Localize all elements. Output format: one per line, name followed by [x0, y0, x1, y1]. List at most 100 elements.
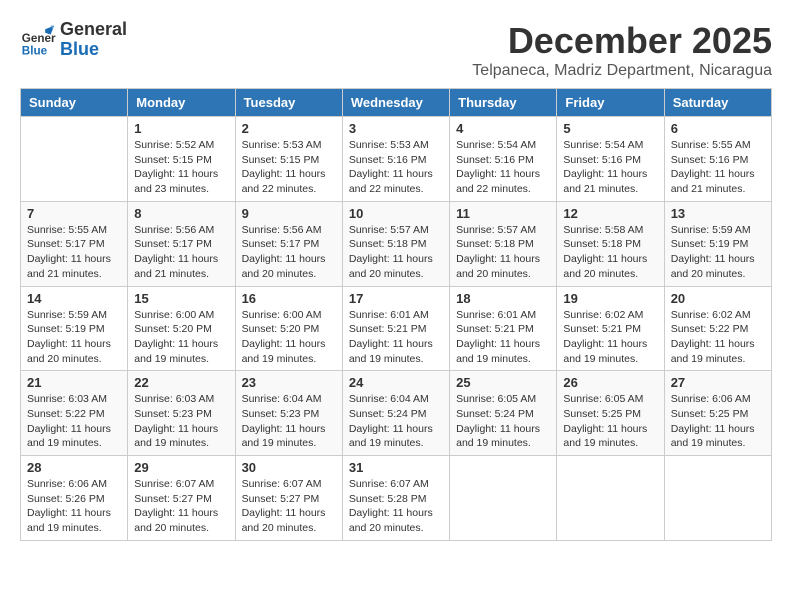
day-info: Sunrise: 5:57 AM Sunset: 5:18 PM Dayligh…: [349, 223, 443, 282]
calendar-week-5: 28Sunrise: 6:06 AM Sunset: 5:26 PM Dayli…: [21, 456, 772, 541]
day-info: Sunrise: 5:54 AM Sunset: 5:16 PM Dayligh…: [456, 138, 550, 197]
page-container: General Blue General Blue December 2025 …: [20, 20, 772, 541]
day-number: 31: [349, 460, 443, 475]
table-row: 1 Sunrise: 5:52 AM Sunset: 5:15 PM Daylig…: [128, 117, 235, 202]
table-row: [664, 456, 771, 541]
day-number: 13: [671, 206, 765, 221]
day-number: 23: [242, 375, 336, 390]
day-info: Sunrise: 6:07 AM Sunset: 5:27 PM Dayligh…: [242, 477, 336, 536]
day-info: Sunrise: 6:06 AM Sunset: 5:26 PM Dayligh…: [27, 477, 121, 536]
day-info: Sunrise: 6:02 AM Sunset: 5:21 PM Dayligh…: [563, 308, 657, 367]
table-row: 22 Sunrise: 6:03 AM Sunset: 5:23 PM Dayli…: [128, 371, 235, 456]
day-info: Sunrise: 6:03 AM Sunset: 5:22 PM Dayligh…: [27, 392, 121, 451]
day-number: 29: [134, 460, 228, 475]
title-area: December 2025 Telpaneca, Madriz Departme…: [472, 20, 772, 80]
col-tuesday: Tuesday: [235, 89, 342, 117]
table-row: 30 Sunrise: 6:07 AM Sunset: 5:27 PM Dayli…: [235, 456, 342, 541]
calendar-week-4: 21 Sunrise: 6:03 AM Sunset: 5:22 PM Dayli…: [21, 371, 772, 456]
header: General Blue General Blue December 2025 …: [20, 20, 772, 80]
col-monday: Monday: [128, 89, 235, 117]
table-row: 26 Sunrise: 6:05 AM Sunset: 5:25 PM Dayli…: [557, 371, 664, 456]
day-info: Sunrise: 5:59 AM Sunset: 5:19 PM Dayligh…: [27, 308, 121, 367]
calendar-header-row: Sunday Monday Tuesday Wednesday Thursday…: [21, 89, 772, 117]
table-row: 10 Sunrise: 5:57 AM Sunset: 5:18 PM Dayli…: [342, 201, 449, 286]
table-row: 2Sunrise: 5:53 AM Sunset: 5:15 PM Daylig…: [235, 117, 342, 202]
table-row: 9 Sunrise: 5:56 AM Sunset: 5:17 PM Daylig…: [235, 201, 342, 286]
day-info: Sunrise: 5:54 AM Sunset: 5:16 PM Dayligh…: [563, 138, 657, 197]
day-number: 6: [671, 121, 765, 136]
day-number: 12: [563, 206, 657, 221]
col-saturday: Saturday: [664, 89, 771, 117]
table-row: 15Sunrise: 6:00 AM Sunset: 5:20 PM Dayli…: [128, 286, 235, 371]
table-row: 6 Sunrise: 5:55 AM Sunset: 5:16 PM Daylig…: [664, 117, 771, 202]
day-number: 22: [134, 375, 228, 390]
day-info: Sunrise: 6:01 AM Sunset: 5:21 PM Dayligh…: [456, 308, 550, 367]
day-info: Sunrise: 5:53 AM Sunset: 5:15 PM Dayligh…: [242, 138, 336, 197]
table-row: 17 Sunrise: 6:01 AM Sunset: 5:21 PM Dayli…: [342, 286, 449, 371]
day-number: 19: [563, 291, 657, 306]
day-number: 1: [134, 121, 228, 136]
table-row: 13 Sunrise: 5:59 AM Sunset: 5:19 PM Dayli…: [664, 201, 771, 286]
month-title: December 2025: [472, 20, 772, 62]
day-number: 4: [456, 121, 550, 136]
day-number: 17: [349, 291, 443, 306]
day-info: Sunrise: 5:59 AM Sunset: 5:19 PM Dayligh…: [671, 223, 765, 282]
calendar-week-1: 1 Sunrise: 5:52 AM Sunset: 5:15 PM Daylig…: [21, 117, 772, 202]
table-row: 19 Sunrise: 6:02 AM Sunset: 5:21 PM Dayli…: [557, 286, 664, 371]
table-row: 4 Sunrise: 5:54 AM Sunset: 5:16 PM Daylig…: [450, 117, 557, 202]
svg-text:Blue: Blue: [22, 44, 48, 57]
table-row: 31 Sunrise: 6:07 AM Sunset: 5:28 PM Dayli…: [342, 456, 449, 541]
table-row: [450, 456, 557, 541]
day-number: 16: [242, 291, 336, 306]
table-row: 16 Sunrise: 6:00 AM Sunset: 5:20 PM Dayli…: [235, 286, 342, 371]
day-number: 14: [27, 291, 121, 306]
day-number: 30: [242, 460, 336, 475]
table-row: 25 Sunrise: 6:05 AM Sunset: 5:24 PM Dayli…: [450, 371, 557, 456]
col-sunday: Sunday: [21, 89, 128, 117]
day-number: 20: [671, 291, 765, 306]
day-number: 7: [27, 206, 121, 221]
day-info: Sunrise: 5:58 AM Sunset: 5:18 PM Dayligh…: [563, 223, 657, 282]
day-info: Sunrise: 6:00 AM Sunset: 5:20 PM Dayligh…: [242, 308, 336, 367]
col-thursday: Thursday: [450, 89, 557, 117]
day-number: 24: [349, 375, 443, 390]
day-number: 25: [456, 375, 550, 390]
table-row: 7 Sunrise: 5:55 AM Sunset: 5:17 PM Daylig…: [21, 201, 128, 286]
col-wednesday: Wednesday: [342, 89, 449, 117]
table-row: 29Sunrise: 6:07 AM Sunset: 5:27 PM Dayli…: [128, 456, 235, 541]
table-row: 14 Sunrise: 5:59 AM Sunset: 5:19 PM Dayli…: [21, 286, 128, 371]
day-info: Sunrise: 6:06 AM Sunset: 5:25 PM Dayligh…: [671, 392, 765, 451]
day-number: 11: [456, 206, 550, 221]
day-info: Sunrise: 5:52 AM Sunset: 5:15 PM Dayligh…: [134, 138, 228, 197]
day-number: 9: [242, 206, 336, 221]
day-info: Sunrise: 6:04 AM Sunset: 5:24 PM Dayligh…: [349, 392, 443, 451]
day-info: Sunrise: 5:55 AM Sunset: 5:17 PM Dayligh…: [27, 223, 121, 282]
logo-text-general: General: [60, 20, 127, 40]
day-info: Sunrise: 6:03 AM Sunset: 5:23 PM Dayligh…: [134, 392, 228, 451]
day-number: 21: [27, 375, 121, 390]
logo-area: General Blue General Blue: [20, 20, 127, 60]
table-row: 24 Sunrise: 6:04 AM Sunset: 5:24 PM Dayli…: [342, 371, 449, 456]
day-info: Sunrise: 6:07 AM Sunset: 5:28 PM Dayligh…: [349, 477, 443, 536]
day-info: Sunrise: 5:57 AM Sunset: 5:18 PM Dayligh…: [456, 223, 550, 282]
day-info: Sunrise: 5:55 AM Sunset: 5:16 PM Dayligh…: [671, 138, 765, 197]
day-number: 18: [456, 291, 550, 306]
day-number: 26: [563, 375, 657, 390]
table-row: 27Sunrise: 6:06 AM Sunset: 5:25 PM Dayli…: [664, 371, 771, 456]
day-info: Sunrise: 5:56 AM Sunset: 5:17 PM Dayligh…: [242, 223, 336, 282]
day-info: Sunrise: 6:01 AM Sunset: 5:21 PM Dayligh…: [349, 308, 443, 367]
calendar-table: Sunday Monday Tuesday Wednesday Thursday…: [20, 88, 772, 541]
day-info: Sunrise: 5:56 AM Sunset: 5:17 PM Dayligh…: [134, 223, 228, 282]
day-info: Sunrise: 6:05 AM Sunset: 5:25 PM Dayligh…: [563, 392, 657, 451]
day-number: 10: [349, 206, 443, 221]
logo-icon: General Blue: [20, 22, 56, 58]
day-info: Sunrise: 6:05 AM Sunset: 5:24 PM Dayligh…: [456, 392, 550, 451]
table-row: [21, 117, 128, 202]
table-row: 18 Sunrise: 6:01 AM Sunset: 5:21 PM Dayli…: [450, 286, 557, 371]
table-row: 21 Sunrise: 6:03 AM Sunset: 5:22 PM Dayli…: [21, 371, 128, 456]
table-row: 12 Sunrise: 5:58 AM Sunset: 5:18 PM Dayli…: [557, 201, 664, 286]
table-row: 5Sunrise: 5:54 AM Sunset: 5:16 PM Daylig…: [557, 117, 664, 202]
day-info: Sunrise: 6:04 AM Sunset: 5:23 PM Dayligh…: [242, 392, 336, 451]
table-row: 23 Sunrise: 6:04 AM Sunset: 5:23 PM Dayli…: [235, 371, 342, 456]
table-row: 3Sunrise: 5:53 AM Sunset: 5:16 PM Daylig…: [342, 117, 449, 202]
